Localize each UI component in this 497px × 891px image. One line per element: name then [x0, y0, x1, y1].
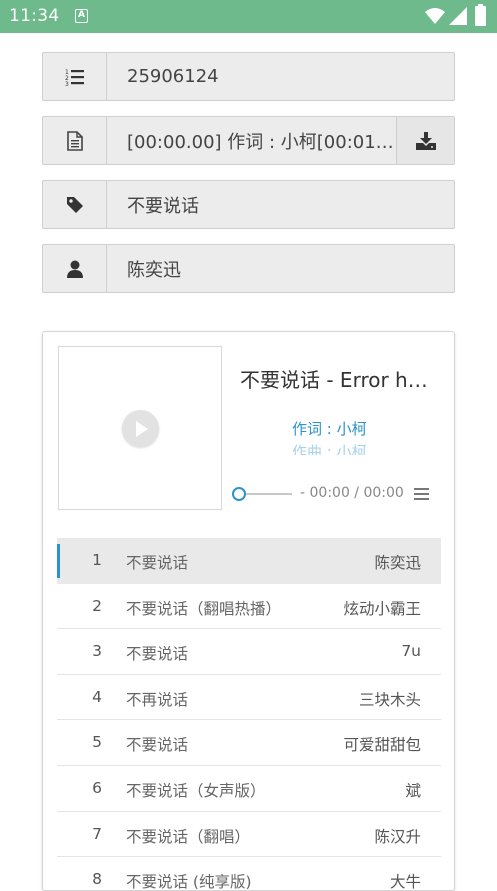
item-artist: 可爱甜甜包	[343, 736, 421, 755]
item-number: 5	[92, 733, 102, 752]
play-icon	[135, 420, 148, 437]
album-cover	[58, 346, 222, 510]
item-artist: 三块木头	[358, 690, 421, 709]
status-time: 11:34	[9, 6, 60, 26]
item-title: 不再说话	[126, 690, 189, 709]
lyric-field[interactable]: [00:00.00] 作词 : 小柯[00:01…	[42, 116, 455, 165]
playlist-item[interactable]: 1 不要说话 陈奕迅	[57, 538, 441, 584]
wifi-icon	[425, 8, 445, 24]
signal-icon	[449, 7, 467, 25]
time-display: - 00:00 / 00:00	[300, 485, 404, 501]
player-song-title: 不要说话 - Error h…	[240, 368, 428, 392]
progress-slider[interactable]	[232, 487, 292, 501]
playlist-item[interactable]: 3 不要说话 7u	[57, 629, 441, 675]
user-icon	[43, 245, 107, 292]
lyric-line-next: 作曲 : 小柯	[292, 443, 367, 455]
playlist-item[interactable]: 7 不要说话（翻唱） 陈汉升	[57, 812, 441, 858]
lyric-value[interactable]: [00:00.00] 作词 : 小柯[00:01…	[107, 117, 396, 164]
item-artist: 陈奕迅	[374, 554, 421, 572]
lyric-line-current: 作词 : 小柯	[292, 420, 367, 438]
artist-value[interactable]: 陈奕迅	[107, 245, 454, 292]
playlist-item[interactable]: 2 不要说话（翻唱热播） 炫动小霸王	[57, 584, 441, 630]
battery-icon	[475, 4, 486, 26]
app-notification-icon: A	[75, 9, 88, 23]
item-title: 不要说话 (纯享版)	[126, 873, 252, 891]
item-artist: 大牛	[389, 873, 421, 891]
song-id-value[interactable]: 25906124	[107, 53, 454, 100]
music-player: 不要说话 - Error h… 作词 : 小柯 作曲 : 小柯 - 00:00 …	[42, 331, 455, 891]
item-title: 不要说话	[126, 736, 189, 755]
item-artist: 7u	[401, 642, 421, 661]
download-icon	[415, 131, 436, 150]
item-number: 1	[92, 551, 102, 569]
item-title: 不要说话（翻唱热播）	[126, 599, 282, 618]
progress-knob[interactable]	[232, 487, 246, 501]
download-button[interactable]	[396, 117, 454, 164]
playlist-item[interactable]: 8 不要说话 (纯享版) 大牛	[57, 857, 441, 891]
tag-icon	[43, 181, 107, 228]
playlist: 1 不要说话 陈奕迅 2 不要说话（翻唱热播） 炫动小霸王 3 不要说话 7u …	[57, 538, 441, 891]
playlist-item[interactable]: 6 不要说话（女声版） 斌	[57, 766, 441, 812]
title-field[interactable]: 不要说话	[42, 180, 455, 229]
song-id-field[interactable]: 1 2 3 25906124	[42, 52, 455, 101]
item-artist: 炫动小霸王	[343, 599, 421, 618]
playlist-item[interactable]: 5 不要说话 可爱甜甜包	[57, 720, 441, 766]
title-value[interactable]: 不要说话	[107, 181, 454, 228]
item-title: 不要说话	[126, 645, 189, 664]
file-text-icon	[43, 117, 107, 164]
item-number: 2	[92, 596, 102, 615]
item-number: 4	[92, 687, 102, 706]
item-number: 8	[92, 870, 102, 889]
playlist-item[interactable]: 4 不再说话 三块木头	[57, 675, 441, 721]
item-artist: 斌	[405, 781, 421, 800]
item-title: 不要说话（女声版）	[126, 781, 266, 800]
svg-text:3: 3	[65, 81, 69, 86]
artist-field[interactable]: 陈奕迅	[42, 244, 455, 293]
item-title: 不要说话	[126, 554, 189, 572]
item-number: 7	[92, 824, 102, 843]
playlist-menu-icon[interactable]	[414, 488, 429, 500]
item-title: 不要说话（翻唱）	[126, 827, 251, 846]
progress-track	[240, 493, 292, 495]
ordered-list-icon: 1 2 3	[43, 53, 107, 100]
item-number: 6	[92, 778, 102, 797]
item-artist: 陈汉升	[374, 827, 421, 846]
status-bar: 11:34 A	[0, 0, 497, 33]
play-button[interactable]	[122, 410, 159, 447]
item-number: 3	[92, 642, 102, 661]
